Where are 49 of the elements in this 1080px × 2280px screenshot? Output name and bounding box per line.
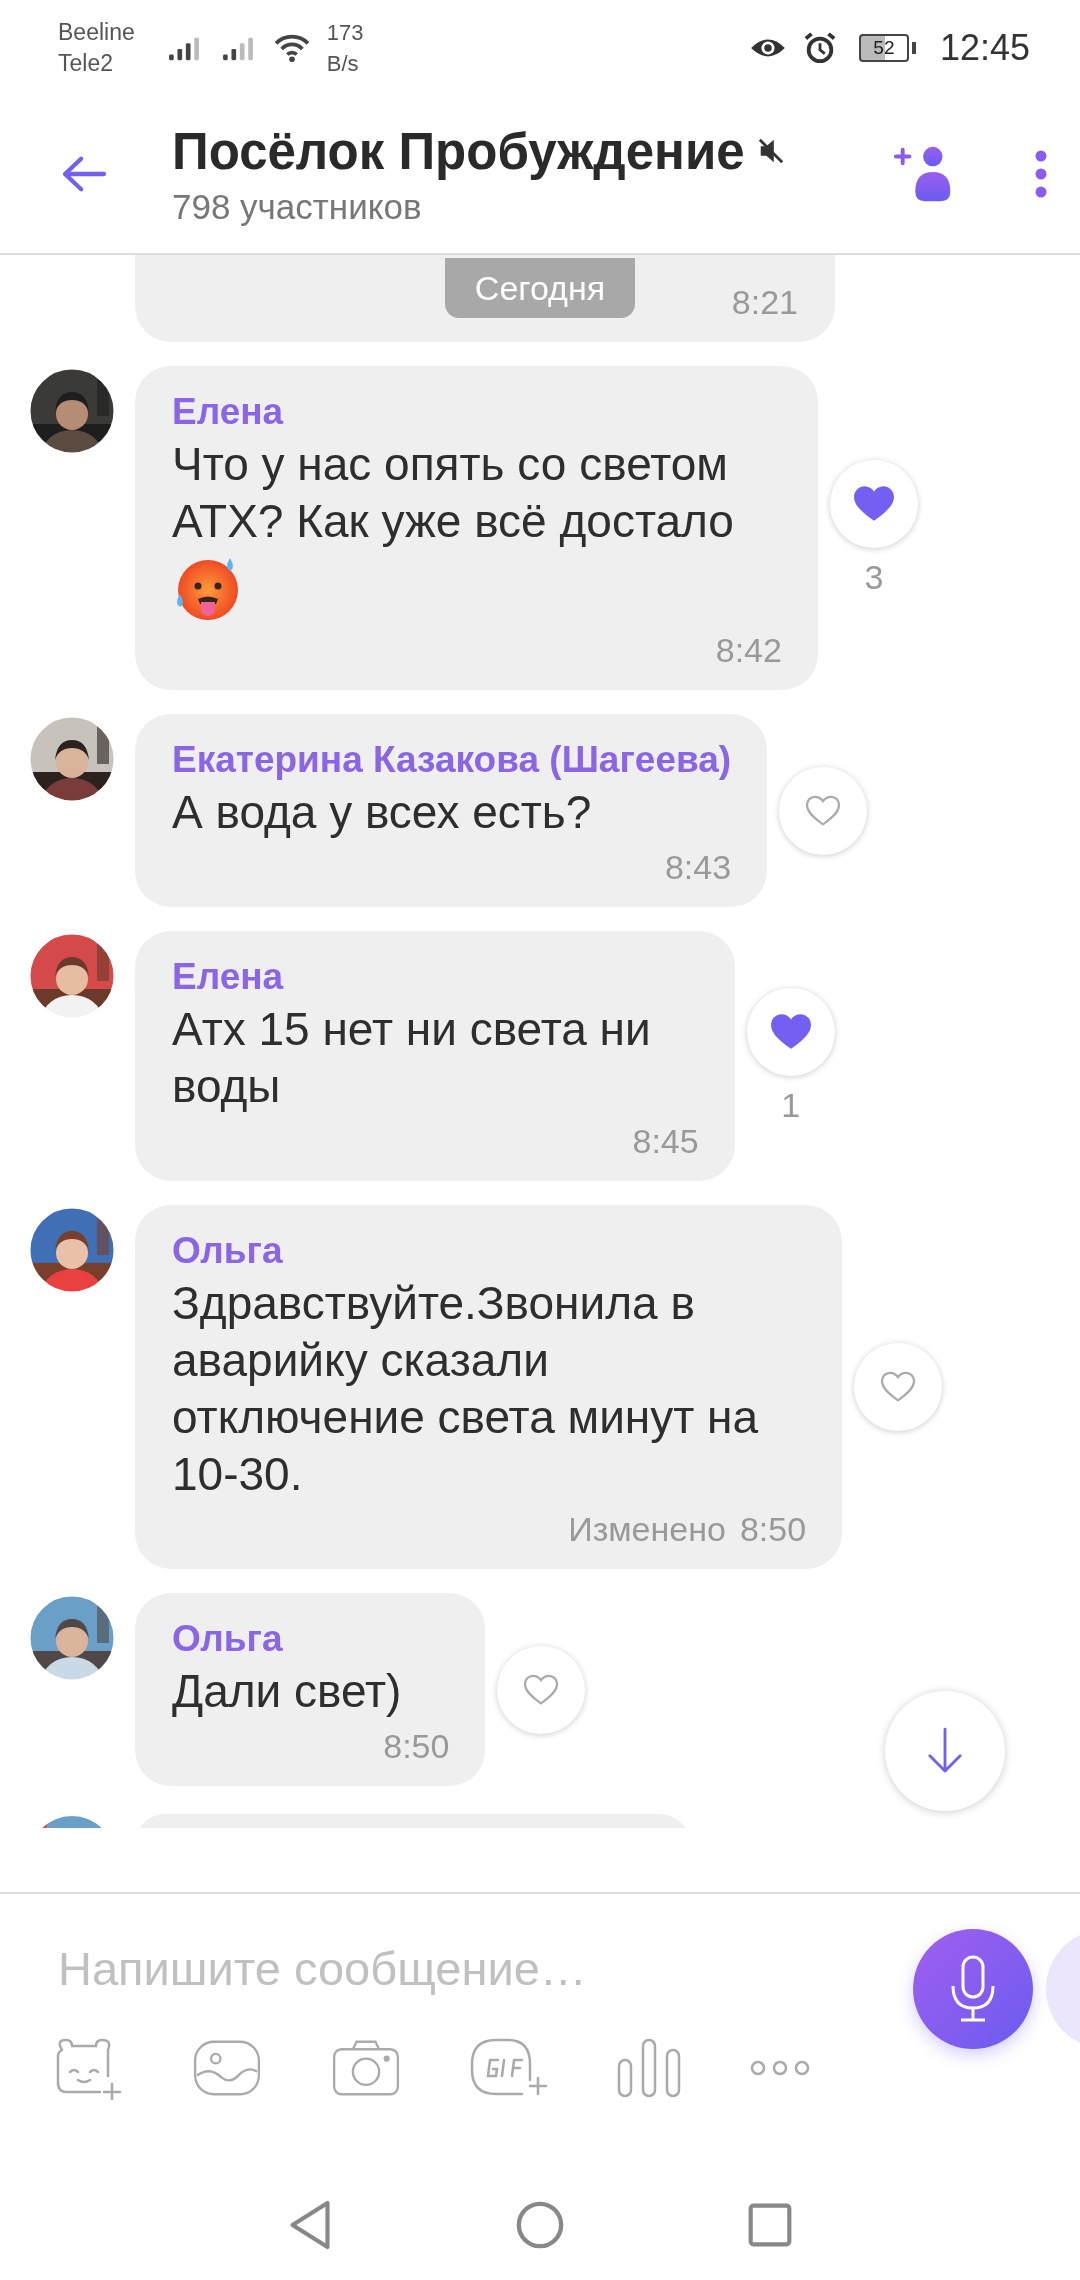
- message-text: А вода у всех есть?: [172, 785, 593, 840]
- heart-icon: [769, 1012, 812, 1051]
- message-time: 8:45: [632, 1121, 699, 1162]
- message-text: Атх 15 нет ни света ни воды: [172, 1002, 652, 1114]
- down-arrow-icon: [926, 1727, 964, 1775]
- message-time: 8:50: [383, 1726, 450, 1767]
- heart-icon: [852, 484, 895, 523]
- like-button[interactable]: [829, 459, 918, 548]
- message-time: 8:42: [715, 630, 782, 671]
- sender-name: Ольга: [172, 1617, 284, 1661]
- menu-icon[interactable]: [1034, 149, 1048, 199]
- message-time: 8:43: [664, 847, 732, 888]
- sender-name: Елена: [172, 955, 285, 999]
- like-button[interactable]: [779, 766, 868, 855]
- message-text: Здравствуйте.Звонила в аварийку сказали отключение света минут на 10-30.: [172, 1276, 760, 1502]
- sender-name: Екатерина Казакова (Шагеева): [172, 738, 732, 782]
- like-button[interactable]: [746, 987, 835, 1076]
- like-count: 1: [781, 1085, 801, 1125]
- status-time: 12:45: [939, 26, 1030, 69]
- heart-icon: [523, 1673, 560, 1706]
- member-count: 798 участников: [172, 186, 423, 227]
- scroll-down-button[interactable]: [885, 1691, 1005, 1811]
- message-time: 8:21: [731, 282, 798, 323]
- carrier-name: Beeline: [58, 17, 135, 47]
- alarm-icon: [802, 30, 837, 65]
- sender-name: Ольга: [172, 1229, 284, 1273]
- back-arrow-icon[interactable]: [60, 155, 108, 193]
- heart-icon: [880, 1371, 917, 1403]
- like-count: 3: [864, 557, 884, 597]
- date-label: Сегодня: [445, 258, 635, 318]
- microphone-button[interactable]: [913, 1929, 1033, 2049]
- home-nav-icon[interactable]: [515, 2200, 565, 2250]
- recents-nav-icon[interactable]: [747, 2202, 793, 2248]
- like-button[interactable]: [854, 1343, 943, 1431]
- wifi-icon: [272, 32, 311, 63]
- network-speed: B/s: [326, 49, 360, 78]
- edited-label: Изменено: [568, 1509, 726, 1550]
- heart-icon: [805, 794, 842, 827]
- carrier-name: Tele2: [58, 48, 114, 78]
- chat-title: Посёлок Пробуждение: [172, 121, 745, 181]
- message-text: Что у нас опять со светом АТХ? Как уже всё достало: [172, 437, 735, 549]
- sender-name: Елена: [172, 390, 285, 434]
- network-speed: 173: [326, 18, 364, 47]
- back-nav-icon[interactable]: [287, 2199, 333, 2251]
- poll-icon[interactable]: [616, 2036, 681, 2100]
- message-input[interactable]: Напишите сообщение…: [40, 1928, 856, 2008]
- message-time: 8:50: [739, 1509, 807, 1550]
- message-text: Дали свет): [172, 1664, 403, 1719]
- like-button[interactable]: [497, 1645, 586, 1734]
